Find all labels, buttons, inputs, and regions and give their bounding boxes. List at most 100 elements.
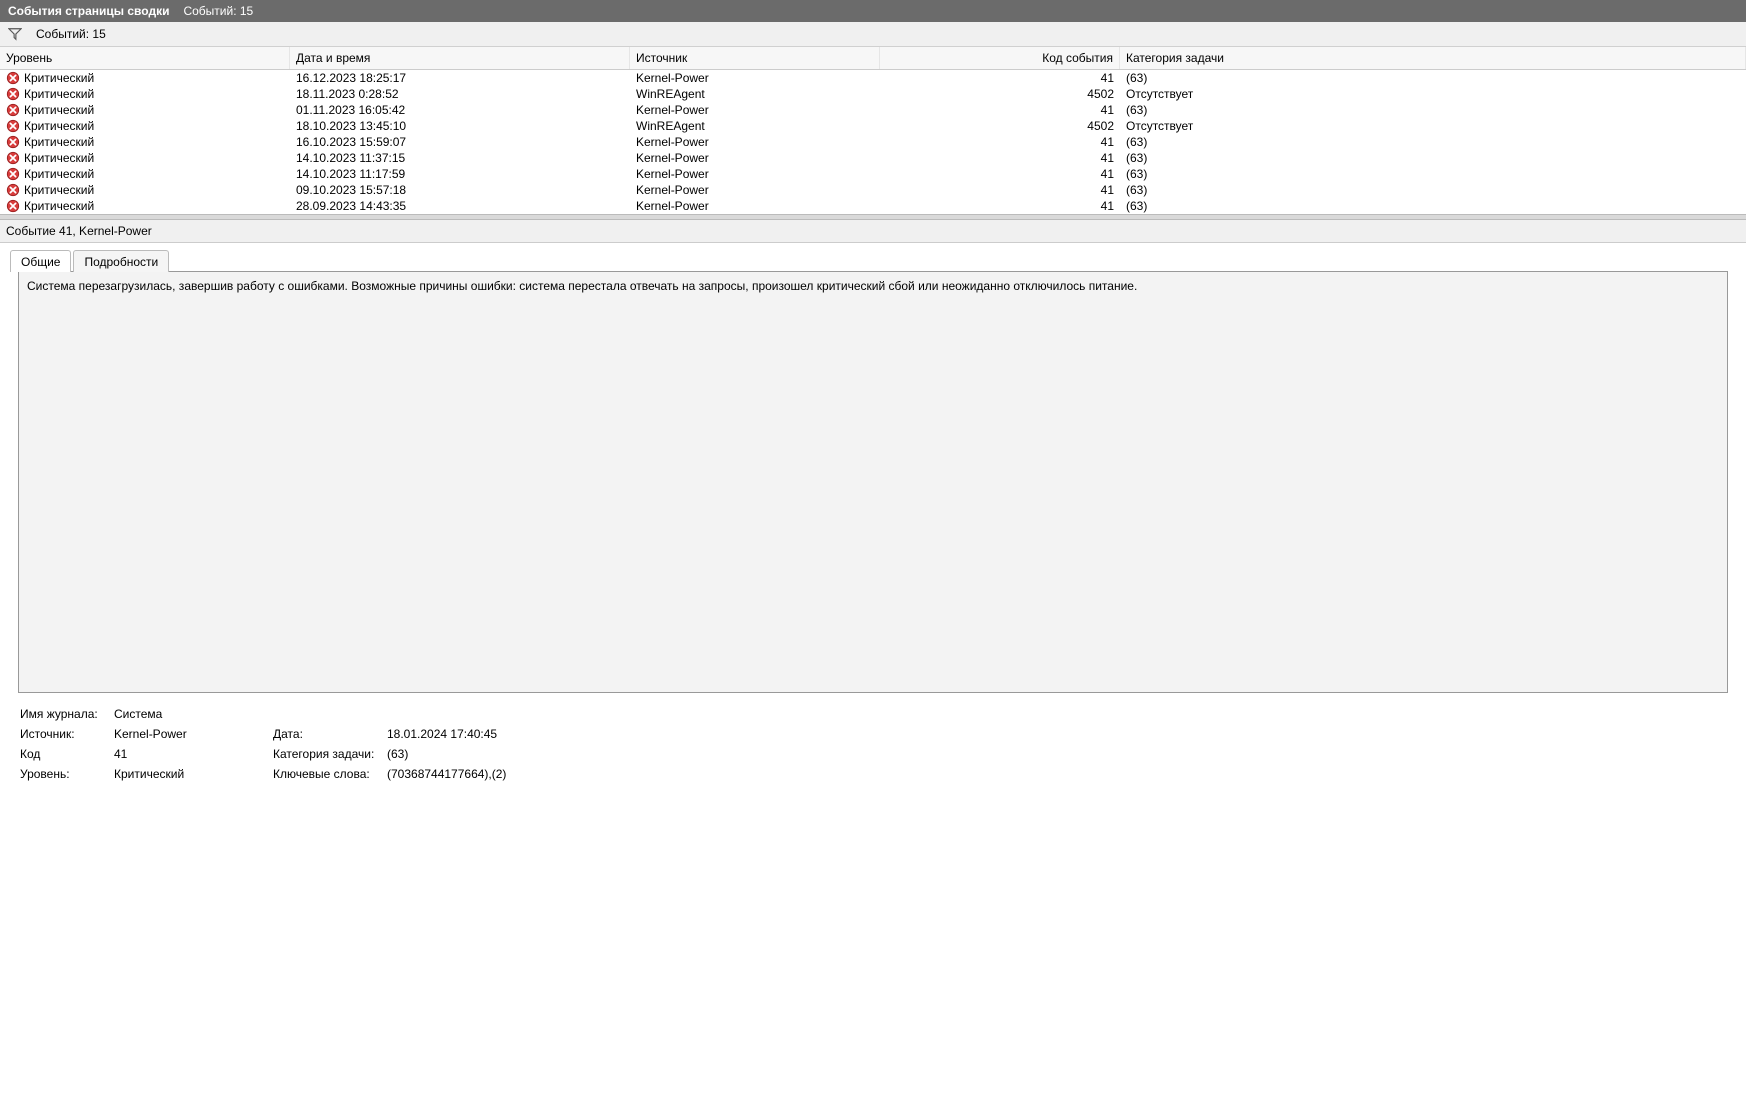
- detail-description: Система перезагрузилась, завершив работу…: [19, 272, 1727, 692]
- cell-event-id: 41: [880, 102, 1120, 118]
- cell-source: Kernel-Power: [630, 134, 880, 150]
- cell-category: Отсутствует: [1120, 86, 1746, 102]
- label-event-id: Код: [20, 747, 110, 761]
- table-row[interactable]: Критический 16.10.2023 15:59:07Kernel-Pow…: [0, 134, 1746, 150]
- events-grid: Уровень Дата и время Источник Код событи…: [0, 47, 1746, 214]
- cell-datetime: 16.12.2023 18:25:17: [290, 70, 630, 86]
- cell-event-id: 41: [880, 70, 1120, 86]
- cell-category: (63): [1120, 102, 1746, 118]
- level-text: Критический: [24, 87, 94, 101]
- col-header-datetime[interactable]: Дата и время: [290, 47, 630, 69]
- grid-header-row: Уровень Дата и время Источник Код событи…: [0, 47, 1746, 70]
- cell-datetime: 18.11.2023 0:28:52: [290, 86, 630, 102]
- cell-source: Kernel-Power: [630, 166, 880, 182]
- cell-category: Отсутствует: [1120, 118, 1746, 134]
- value-event-id: 41: [114, 747, 269, 761]
- cell-source: WinREAgent: [630, 86, 880, 102]
- cell-event-id: 4502: [880, 86, 1120, 102]
- value-keywords: (70368744177664),(2): [387, 767, 1726, 781]
- value-level: Критический: [114, 767, 269, 781]
- cell-event-id: 41: [880, 182, 1120, 198]
- value-category: (63): [387, 747, 1726, 761]
- level-text: Критический: [24, 71, 94, 85]
- cell-level: Критический: [0, 102, 290, 118]
- grid-body: Критический16.12.2023 18:25:17Kernel-Pow…: [0, 70, 1746, 214]
- detail-title-bar: Событие 41, Kernel-Power: [0, 220, 1746, 243]
- cell-category: (63): [1120, 150, 1746, 166]
- filter-bar: Событий: 15: [0, 22, 1746, 47]
- label-category: Категория задачи:: [273, 747, 383, 761]
- cell-datetime: 14.10.2023 11:17:59: [290, 166, 630, 182]
- col-header-category[interactable]: Категория задачи: [1120, 47, 1746, 69]
- table-row[interactable]: Критический18.10.2023 13:45:10WinREAgent…: [0, 118, 1746, 134]
- error-icon: [6, 151, 20, 165]
- col-header-level[interactable]: Уровень: [0, 47, 290, 69]
- error-icon: [6, 119, 20, 133]
- cell-datetime: 14.10.2023 11:37:15: [290, 150, 630, 166]
- cell-level: Критический: [0, 70, 290, 86]
- table-row[interactable]: Критический 28.09.2023 14:43:35Kernel-Pow…: [0, 198, 1746, 214]
- label-date: Дата:: [273, 727, 383, 741]
- cell-category: (63): [1120, 166, 1746, 182]
- level-text: Критический: [24, 183, 94, 197]
- cell-source: Kernel-Power: [630, 70, 880, 86]
- table-row[interactable]: Критический 09.10.2023 15:57:18Kernel-Pow…: [0, 182, 1746, 198]
- level-text: Критический: [24, 103, 94, 117]
- cell-event-id: 41: [880, 150, 1120, 166]
- tab-details[interactable]: Подробности: [73, 250, 169, 272]
- cell-datetime: 09.10.2023 15:57:18: [290, 182, 630, 198]
- cell-event-id: 4502: [880, 118, 1120, 134]
- cell-event-id: 41: [880, 198, 1120, 214]
- level-text: Критический: [24, 135, 94, 149]
- cell-datetime: 16.10.2023 15:59:07: [290, 134, 630, 150]
- cell-level: Критический: [0, 118, 290, 134]
- filter-icon[interactable]: [8, 27, 22, 41]
- level-text: Критический: [24, 151, 94, 165]
- cell-level: Критический: [0, 86, 290, 102]
- error-icon: [6, 183, 20, 197]
- level-text: Критический: [24, 199, 94, 213]
- error-icon: [6, 199, 20, 213]
- cell-event-id: 41: [880, 166, 1120, 182]
- cell-level: Критический: [0, 166, 290, 182]
- table-row[interactable]: Критический01.11.2023 16:05:42Kernel-Pow…: [0, 102, 1746, 118]
- error-icon: [6, 87, 20, 101]
- cell-source: Kernel-Power: [630, 182, 880, 198]
- value-source: Kernel-Power: [114, 727, 269, 741]
- label-keywords: Ключевые слова:: [273, 767, 383, 781]
- table-row[interactable]: Критический 14.10.2023 11:17:59Kernel-Pow…: [0, 166, 1746, 182]
- table-row[interactable]: Критический14.10.2023 11:37:15Kernel-Pow…: [0, 150, 1746, 166]
- table-row[interactable]: Критический 18.11.2023 0:28:52WinREAgent4…: [0, 86, 1746, 102]
- value-date: 18.01.2024 17:40:45: [387, 727, 1726, 741]
- cell-level: Критический: [0, 198, 290, 214]
- level-text: Критический: [24, 167, 94, 181]
- error-icon: [6, 167, 20, 181]
- detail-tabs: Общие Подробности: [0, 243, 1746, 271]
- value-log-name: Система: [114, 707, 269, 721]
- cell-source: Kernel-Power: [630, 198, 880, 214]
- tab-general[interactable]: Общие: [10, 250, 71, 272]
- error-icon: [6, 135, 20, 149]
- label-level: Уровень:: [20, 767, 110, 781]
- level-text: Критический: [24, 119, 94, 133]
- cell-datetime: 28.09.2023 14:43:35: [290, 198, 630, 214]
- col-header-event-id[interactable]: Код события: [880, 47, 1120, 69]
- cell-source: Kernel-Power: [630, 102, 880, 118]
- cell-level: Критический: [0, 182, 290, 198]
- table-row[interactable]: Критический 16.12.2023 18:25:17Kernel-Pow…: [0, 70, 1746, 86]
- cell-event-id: 41: [880, 134, 1120, 150]
- cell-category: (63): [1120, 198, 1746, 214]
- label-source: Источник:: [20, 727, 110, 741]
- title-bar: События страницы сводки Событий: 15: [0, 0, 1746, 22]
- cell-level: Критический: [0, 134, 290, 150]
- window-title: События страницы сводки: [8, 4, 169, 18]
- cell-category: (63): [1120, 182, 1746, 198]
- cell-level: Критический: [0, 150, 290, 166]
- cell-source: WinREAgent: [630, 118, 880, 134]
- filterbar-count: Событий: 15: [36, 27, 106, 41]
- detail-description-frame: Система перезагрузилась, завершив работу…: [18, 271, 1728, 693]
- cell-category: (63): [1120, 134, 1746, 150]
- error-icon: [6, 71, 20, 85]
- detail-info-grid: Имя журнала: Система Источник: Kernel-Po…: [0, 693, 1746, 789]
- col-header-source[interactable]: Источник: [630, 47, 880, 69]
